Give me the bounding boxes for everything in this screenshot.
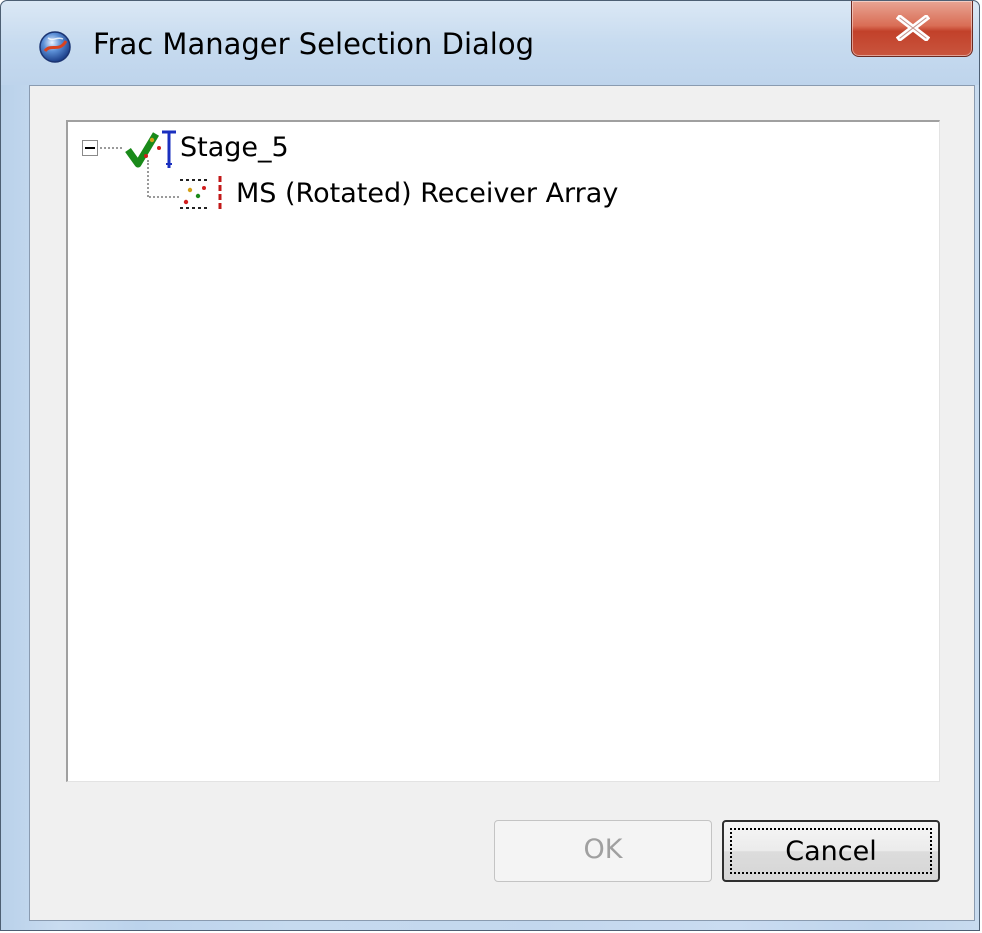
tree-connector [100, 147, 122, 149]
tree-connector [149, 196, 179, 198]
dialog-window: Frac Manager Selection Dialog Stage_5 MS… [0, 0, 980, 931]
tree-node-receiver-array[interactable]: MS (Rotated) Receiver Array [236, 178, 618, 209]
title-bar[interactable]: Frac Manager Selection Dialog [1, 1, 979, 85]
cancel-button[interactable]: Cancel [722, 820, 940, 882]
tree-connector [147, 160, 149, 197]
selection-tree[interactable]: Stage_5 MS (Rotated) Receiver Array [66, 120, 940, 782]
receiver-array-icon [176, 174, 228, 218]
cancel-button-label: Cancel [730, 828, 932, 874]
tree-node-stage[interactable]: Stage_5 [180, 132, 289, 163]
collapse-toggle-icon[interactable] [82, 140, 98, 156]
dialog-client-area: Stage_5 MS (Rotated) Receiver Array OK C… [29, 85, 975, 921]
ok-button[interactable]: OK [494, 820, 712, 882]
stage-checkmark-icon [122, 130, 178, 174]
app-globe-icon [37, 29, 73, 65]
window-title: Frac Manager Selection Dialog [93, 27, 534, 61]
close-x-icon [896, 15, 930, 41]
close-button[interactable] [851, 1, 973, 57]
